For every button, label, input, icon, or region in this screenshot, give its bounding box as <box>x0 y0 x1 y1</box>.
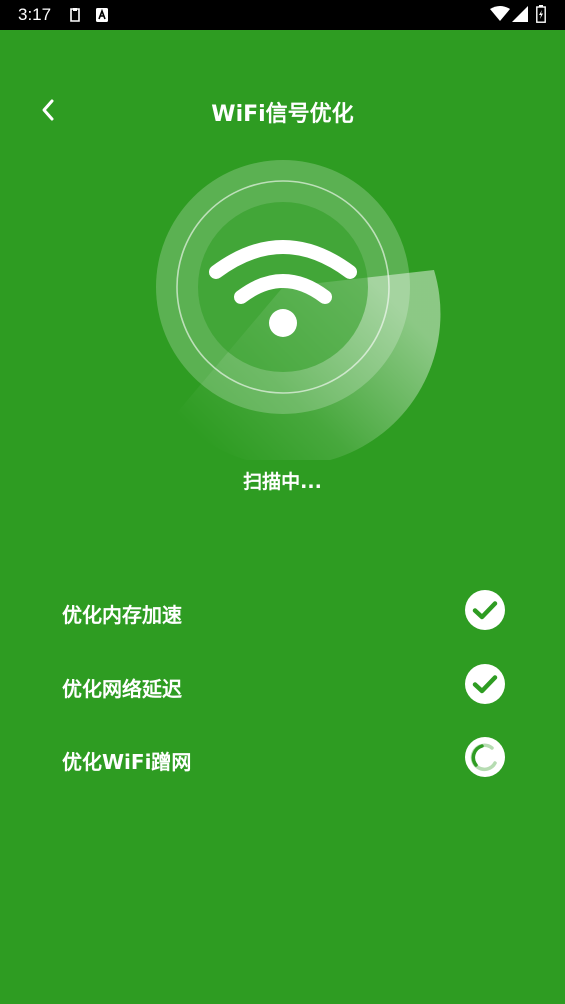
task-item-wifi-leech: 优化WiFi蹭网 <box>62 737 512 781</box>
task-item-memory: 优化内存加速 <box>62 590 512 634</box>
font-a-icon <box>95 7 109 23</box>
battery-icon <box>536 5 546 23</box>
cell-signal-icon <box>512 6 528 22</box>
check-circle-icon <box>465 664 505 704</box>
page-title: WiFi信号优化 <box>211 102 354 127</box>
status-bar: 3:17 <box>0 0 565 30</box>
task-label: 优化网络延迟 <box>62 677 182 701</box>
scan-status-text: 扫描中... <box>243 471 322 493</box>
header-bar: WiFi信号优化 <box>0 82 565 140</box>
spinner-icon <box>465 737 505 777</box>
status-time: 3:17 <box>18 5 52 24</box>
wifi-signal-icon <box>490 6 510 22</box>
task-label: 优化内存加速 <box>62 603 182 627</box>
clipboard-icon <box>68 7 82 23</box>
wifi-scan-radar <box>130 150 450 466</box>
check-circle-icon <box>465 590 505 630</box>
task-label: 优化WiFi蹭网 <box>62 750 192 774</box>
task-item-latency: 优化网络延迟 <box>62 664 512 708</box>
